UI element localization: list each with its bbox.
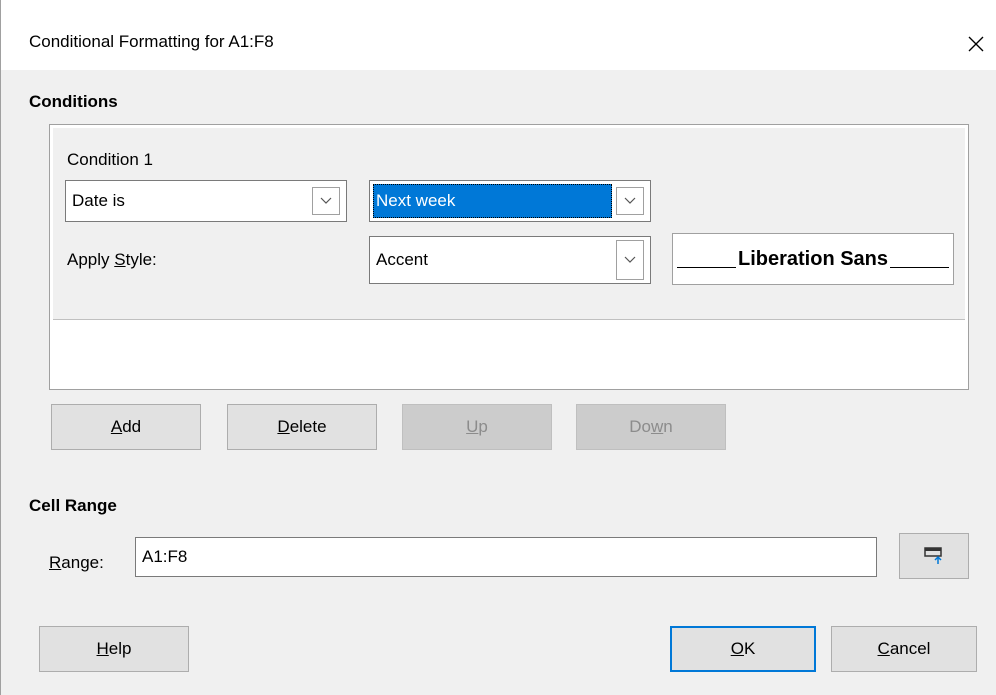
add-button-label: dd (122, 417, 142, 436)
help-button-label: elp (108, 639, 132, 658)
apply-style-dropdown[interactable]: Accent (369, 236, 651, 284)
add-button-accel: A (110, 417, 123, 436)
title-bar: Conditional Formatting for A1:F8 (1, 0, 996, 70)
shrink-dialog-button[interactable] (899, 533, 969, 579)
range-label: Range: (49, 553, 104, 573)
condition-type-value: Date is (72, 191, 125, 210)
shrink-dialog-icon (924, 547, 942, 564)
date-condition-value: Next week (373, 184, 612, 218)
condition-title: Condition 1 (67, 150, 154, 169)
delete-button-label: elete (289, 417, 327, 436)
down-button[interactable]: Do w n (576, 404, 726, 450)
down-button-label: n (663, 417, 673, 436)
cancel-button-accel: C (877, 639, 890, 658)
help-button[interactable]: Help (39, 626, 189, 672)
date-condition-dropdown[interactable]: Next week (369, 180, 651, 222)
range-input-value: A1:F8 (142, 547, 188, 566)
apply-style-label: Apply Style: (67, 250, 157, 270)
up-button-accel: U (466, 417, 479, 436)
apply-style-label-post: tyle: (125, 250, 157, 269)
apply-style-label-accel: S (114, 250, 126, 269)
close-icon (968, 36, 984, 52)
cell-range-heading: Cell Range (29, 496, 117, 515)
cancel-button-label: ancel (889, 639, 931, 658)
delete-button-accel: D (277, 417, 290, 436)
ok-button[interactable]: OK (670, 626, 816, 672)
condition-entry[interactable]: Condition 1 Date is Next week Apply Styl… (53, 128, 965, 320)
up-button-label: p (478, 417, 488, 436)
conditions-heading: Conditions (29, 92, 118, 111)
style-preview-text: Liberation Sans (735, 247, 891, 271)
chevron-down-icon[interactable] (616, 187, 644, 215)
range-input[interactable]: A1:F8 (135, 537, 877, 577)
delete-button[interactable]: Delete (227, 404, 377, 450)
chevron-down-icon[interactable] (312, 187, 340, 215)
close-button[interactable] (956, 24, 996, 64)
dialog-title: Conditional Formatting for A1:F8 (29, 32, 274, 51)
range-label-rest: ange: (61, 553, 104, 572)
down-button-accel: w (650, 417, 664, 436)
chevron-down-icon[interactable] (616, 240, 644, 280)
apply-style-label-pre: Apply (67, 250, 115, 269)
add-button[interactable]: Add (51, 404, 201, 450)
conditional-formatting-dialog: Conditional Formatting for A1:F8 Conditi… (0, 0, 996, 695)
apply-style-value: Accent (376, 250, 428, 269)
ok-button-accel: O (730, 639, 744, 658)
help-button-accel: H (96, 639, 109, 658)
condition-type-dropdown[interactable]: Date is (65, 180, 347, 222)
cancel-button[interactable]: Cancel (831, 626, 977, 672)
up-button[interactable]: Up (402, 404, 552, 450)
conditions-list[interactable]: Condition 1 Date is Next week Apply Styl… (49, 124, 969, 390)
style-preview: Liberation Sans (672, 233, 954, 285)
ok-button-label: K (743, 639, 756, 658)
range-label-accel: R (49, 553, 62, 572)
down-button-label-pre: Do (629, 417, 651, 436)
